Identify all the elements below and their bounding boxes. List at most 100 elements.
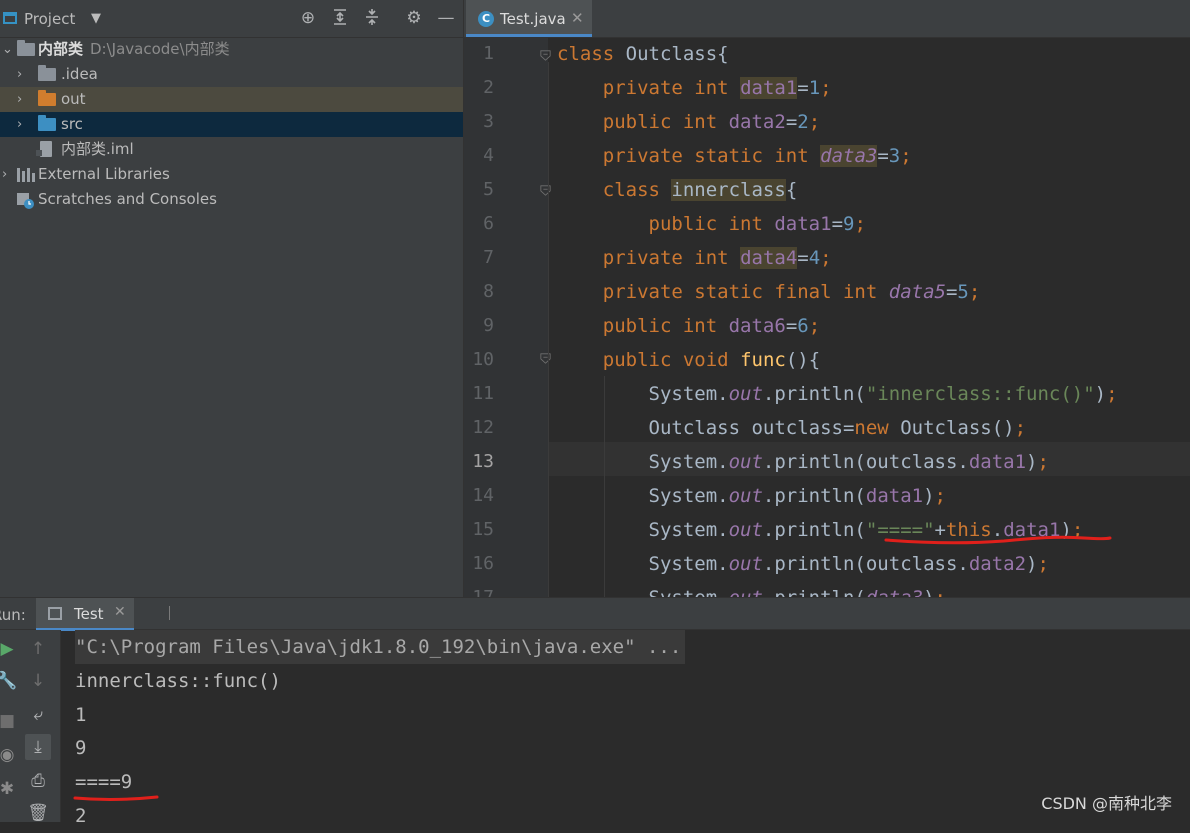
line-number[interactable]: 17 [464, 581, 494, 597]
tree-item-label: 内部类.iml [61, 140, 134, 158]
locate-file-icon[interactable]: ⊕ [298, 8, 318, 28]
watermark: CSDN @南种北李 [1041, 794, 1172, 813]
code-line-17: System.out.println(data3); [557, 581, 946, 597]
run-actions-right: ↑ ↓ ⤶ ⤓ ⎙ 🗑 [16, 630, 61, 823]
hide-panel-icon[interactable]: — [436, 8, 456, 28]
tree-item-label: External Libraries [38, 165, 170, 183]
run-config-icon [48, 607, 62, 620]
run-header: Run: Test ✕ [0, 597, 1190, 631]
code-line-7: private int data4=4; [602, 247, 832, 269]
tree-item-src[interactable]: › src [0, 112, 463, 137]
code-editor: C Test.java ✕ 1234567891011121314151617 … [464, 0, 1190, 597]
chevron-right-icon[interactable]: › [17, 87, 22, 112]
line-number[interactable]: 16 [464, 547, 494, 581]
tree-item-label: src [61, 115, 83, 133]
chevron-right-icon[interactable]: › [17, 112, 22, 137]
code-text-area[interactable]: class Outclass{ private int data1=1; pub… [548, 37, 1190, 597]
folder-icon [38, 115, 56, 131]
console-line: 9 [75, 737, 87, 759]
tree-item-idea[interactable]: › .idea [0, 62, 463, 87]
annotation-underline [73, 795, 159, 801]
line-number[interactable]: 6 [464, 207, 494, 241]
tab-label: Test.java [500, 10, 566, 28]
code-line-4: private static int data3=3; [602, 145, 912, 167]
tab-run-test[interactable]: Test ✕ [36, 598, 134, 631]
console-line: 1 [75, 704, 87, 726]
line-number[interactable]: 13 [464, 445, 494, 479]
line-number[interactable]: 3 [464, 105, 494, 139]
line-number[interactable]: 4 [464, 139, 494, 173]
tab-label: Test [74, 605, 104, 623]
code-line-2: private int data1=1; [602, 77, 832, 99]
line-number[interactable]: 11 [464, 377, 494, 411]
tree-item-iml[interactable]: 内部类.iml [0, 137, 463, 162]
trash-icon[interactable]: 🗑 [25, 800, 51, 826]
library-icon [17, 168, 35, 182]
code-line-11: System.out.println("innerclass::func()")… [557, 383, 1118, 405]
scratches-icon [17, 192, 35, 209]
chevron-right-icon[interactable]: › [2, 162, 7, 187]
console-line: 2 [75, 805, 87, 827]
line-number[interactable]: 8 [464, 275, 494, 309]
iml-file-icon [36, 141, 52, 157]
chevron-right-icon[interactable]: › [17, 62, 22, 87]
close-icon[interactable]: ✕ [114, 604, 126, 620]
line-number[interactable]: 2 [464, 71, 494, 105]
tree-item-label: 内部类 [38, 40, 84, 58]
print-icon[interactable]: ⎙ [25, 768, 51, 794]
line-number[interactable]: 12 [464, 411, 494, 445]
run-actions-left: ▶ 🔧 ■ ◉ ✱ [0, 630, 18, 822]
tree-item-external-libraries[interactable]: › External Libraries [0, 162, 463, 187]
close-icon[interactable]: ✕ [571, 9, 584, 27]
tree-item-scratches[interactable]: Scratches and Consoles [0, 187, 463, 212]
collapse-all-icon[interactable] [362, 8, 382, 28]
soft-wrap-icon[interactable]: ⤶ [25, 702, 51, 728]
code-line-13: System.out.println(outclass.data1); [557, 451, 1049, 473]
line-number[interactable]: 15 [464, 513, 494, 547]
line-number[interactable]: 9 [464, 309, 494, 343]
tree-item-path: D:\Javacode\内部类 [90, 40, 230, 58]
editor-tab-bar: C Test.java ✕ [464, 0, 1190, 38]
project-icon [3, 12, 17, 24]
run-tool-window: Run: Test ✕ ▶ 🔧 ■ ◉ ✱ ↑ ↓ ⤶ ⤓ ⎙ 🗑 "C:\Pr… [0, 597, 1190, 827]
scroll-to-end-icon[interactable]: ⤓ [25, 734, 51, 760]
code-line-3: public int data2=2; [602, 111, 821, 133]
chevron-down-icon[interactable]: ▼ [91, 11, 101, 26]
line-number[interactable]: 10 [464, 343, 494, 377]
expand-all-icon[interactable] [330, 8, 350, 28]
tree-item-label: out [61, 90, 86, 108]
code-line-8: private static final int data5=5; [602, 281, 981, 303]
arrow-up-icon[interactable]: ↑ [25, 636, 51, 662]
tab-separator [169, 606, 170, 620]
line-number[interactable]: 7 [464, 241, 494, 275]
tree-item-label: .idea [61, 65, 98, 83]
tree-item-project-root[interactable]: ⌄ 内部类 D:\Javacode\内部类 [0, 37, 463, 62]
console-line: innerclass::func() [75, 670, 281, 692]
chevron-down-icon[interactable]: ⌄ [2, 37, 13, 62]
line-number[interactable]: 14 [464, 479, 494, 513]
folder-icon [38, 90, 56, 106]
tab-test-java[interactable]: C Test.java ✕ [466, 0, 592, 37]
project-tool-window: Project ▼ ⊕ ⚙ — ⌄ 内部类 D:\Javacode\内部类 › … [0, 0, 464, 597]
console-line: "C:\Program Files\Java\jdk1.8.0_192\bin\… [75, 630, 686, 664]
tree-item-label: Scratches and Consoles [38, 190, 217, 208]
line-number[interactable]: 1 [464, 37, 494, 71]
code-line-16: System.out.println(outclass.data2); [557, 553, 1049, 575]
gear-icon[interactable]: ⚙ [404, 8, 424, 28]
code-line-12: Outclass outclass=new Outclass(); [557, 417, 1027, 439]
project-view-selector[interactable]: Project [24, 10, 75, 28]
code-line-1: class Outclass{ [557, 43, 729, 65]
code-line-10: public void func(){ [602, 349, 821, 371]
folder-icon [17, 40, 35, 56]
project-header: Project ▼ ⊕ ⚙ — [0, 0, 463, 38]
java-class-icon: C [478, 11, 494, 27]
code-line-14: System.out.println(data1); [557, 485, 946, 507]
console-output[interactable]: "C:\Program Files\Java\jdk1.8.0_192\bin\… [61, 630, 1190, 827]
run-label: Run: [0, 606, 26, 624]
code-line-6: public int data1=9; [648, 213, 866, 235]
code-line-5: class innerclass{ [602, 179, 798, 201]
folder-icon [38, 65, 56, 81]
arrow-down-icon[interactable]: ↓ [25, 668, 51, 694]
tree-item-out[interactable]: › out [0, 87, 463, 112]
line-number[interactable]: 5 [464, 173, 494, 207]
